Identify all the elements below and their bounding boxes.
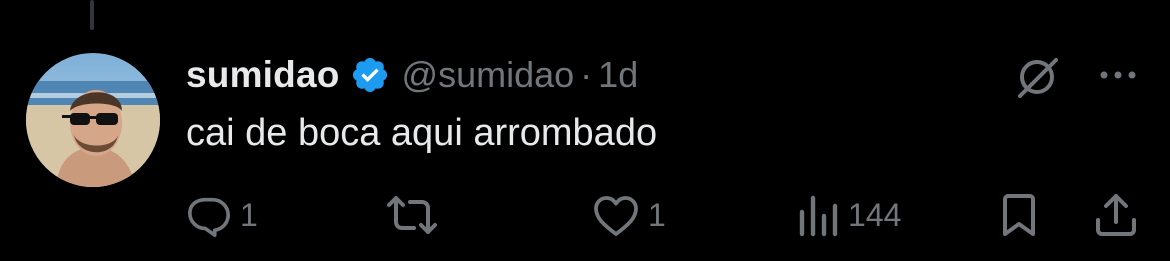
share-icon (1094, 192, 1138, 238)
retweet-button[interactable] (386, 190, 438, 240)
views-icon (796, 192, 840, 238)
thread-connector-line (90, 0, 94, 30)
views-count: 144 (848, 196, 902, 233)
bookmark-icon (998, 192, 1040, 238)
reply-button[interactable]: 1 (186, 190, 258, 240)
more-icon[interactable] (1096, 60, 1140, 90)
grok-icon[interactable] (1012, 52, 1062, 102)
tweet-text: cai de boca aqui arrombado (186, 112, 658, 154)
verified-badge-icon (350, 55, 390, 95)
avatar[interactable] (26, 53, 160, 187)
retweet-icon (386, 192, 438, 238)
like-count: 1 (648, 196, 666, 233)
heart-icon (592, 192, 640, 238)
display-name[interactable]: sumidao (186, 54, 340, 96)
timestamp[interactable]: 1d (598, 54, 638, 96)
reply-count: 1 (240, 196, 258, 233)
views-button[interactable]: 144 (796, 190, 901, 240)
bookmark-button[interactable] (998, 190, 1040, 240)
action-bar: 1 1 144 (0, 190, 1170, 240)
like-button[interactable]: 1 (592, 190, 666, 240)
header-separator: · (580, 54, 593, 95)
share-button[interactable] (1094, 190, 1138, 240)
reply-icon (186, 192, 232, 238)
tweet-header: sumidao @sumidao · 1d (186, 50, 638, 100)
user-handle[interactable]: @sumidao (402, 54, 575, 96)
